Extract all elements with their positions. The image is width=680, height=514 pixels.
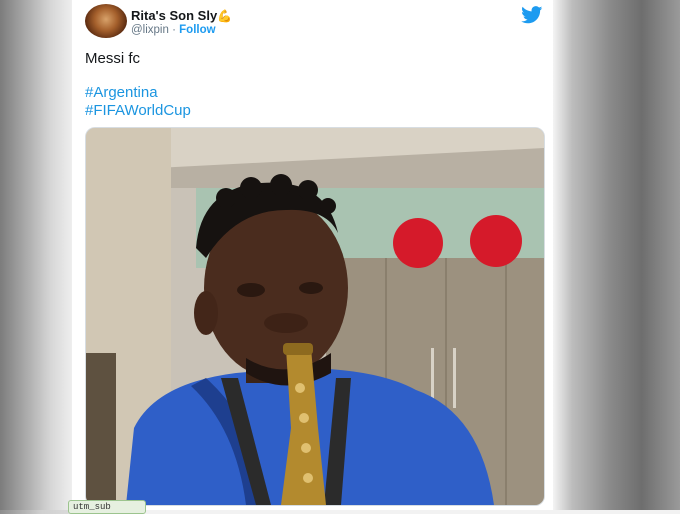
twitter-bird-icon[interactable] xyxy=(521,6,543,24)
flexed-biceps-icon: 💪 xyxy=(217,9,233,23)
bystander-arm xyxy=(86,353,116,505)
tweet-card: Rita's Son Sly💪 @lixpin · Follow Messi f… xyxy=(72,0,553,510)
right-backdrop xyxy=(553,0,680,510)
display-name[interactable]: Rita's Son Sly💪 xyxy=(131,8,232,23)
left-backdrop xyxy=(0,0,72,510)
red-balloon-left xyxy=(393,218,443,268)
hashtag-link-argentina[interactable]: #Argentina xyxy=(85,84,191,102)
display-name-text: Rita's Son Sly xyxy=(131,8,218,23)
follow-button[interactable]: Follow xyxy=(179,24,215,36)
tweet-text: Messi fc xyxy=(85,50,141,67)
hashtag-list: #Argentina #FIFAWorldCup xyxy=(85,84,191,120)
avatar[interactable] xyxy=(85,4,127,38)
handle-row: @lixpin · Follow xyxy=(131,24,216,36)
red-balloon-right xyxy=(470,215,522,267)
media-photo xyxy=(86,128,544,505)
footer-tag: utm_sub xyxy=(68,500,146,514)
tweet-media[interactable] xyxy=(85,127,545,506)
hashtag-link-fifaworldcup[interactable]: #FIFAWorldCup xyxy=(85,102,191,120)
handle[interactable]: @lixpin xyxy=(131,24,169,36)
separator: · xyxy=(172,24,176,36)
